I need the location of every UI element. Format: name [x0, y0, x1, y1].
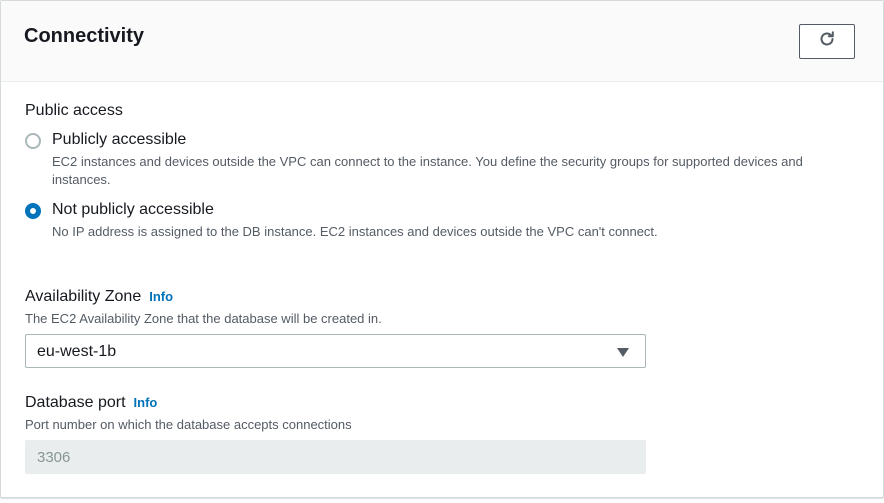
connectivity-panel: Connectivity Public access Publicly acce…	[0, 0, 884, 498]
panel-header: Connectivity	[1, 1, 883, 82]
availability-zone-label: Availability Zone Info	[25, 288, 173, 306]
refresh-icon	[817, 29, 837, 54]
panel-title: Connectivity	[24, 25, 145, 47]
caret-down-icon	[617, 348, 629, 357]
database-port-description: Port number on which the database accept…	[25, 417, 352, 432]
radio-description: EC2 instances and devices outside the VP…	[52, 154, 803, 187]
radio-button-publicly-accessible[interactable]	[25, 133, 41, 149]
availability-zone-select[interactable]: eu-west-1b	[25, 334, 646, 368]
availability-zone-description: The EC2 Availability Zone that the datab…	[25, 311, 382, 326]
radio-button-not-publicly-accessible[interactable]	[25, 203, 41, 219]
database-port-info-link[interactable]: Info	[134, 395, 158, 410]
availability-zone-label-text: Availability Zone	[25, 288, 142, 305]
radio-description: No IP address is assigned to the DB inst…	[52, 224, 658, 239]
radio-label: Not publicly accessible	[52, 201, 214, 218]
refresh-button[interactable]	[799, 24, 855, 59]
availability-zone-value: eu-west-1b	[37, 343, 117, 360]
database-port-label-text: Database port	[25, 394, 126, 411]
public-access-label: Public access	[25, 102, 123, 119]
availability-zone-info-link[interactable]: Info	[149, 289, 173, 304]
database-port-input[interactable]: 3306	[25, 440, 646, 474]
radio-label: Publicly accessible	[52, 131, 187, 148]
database-port-label: Database port Info	[25, 394, 157, 412]
